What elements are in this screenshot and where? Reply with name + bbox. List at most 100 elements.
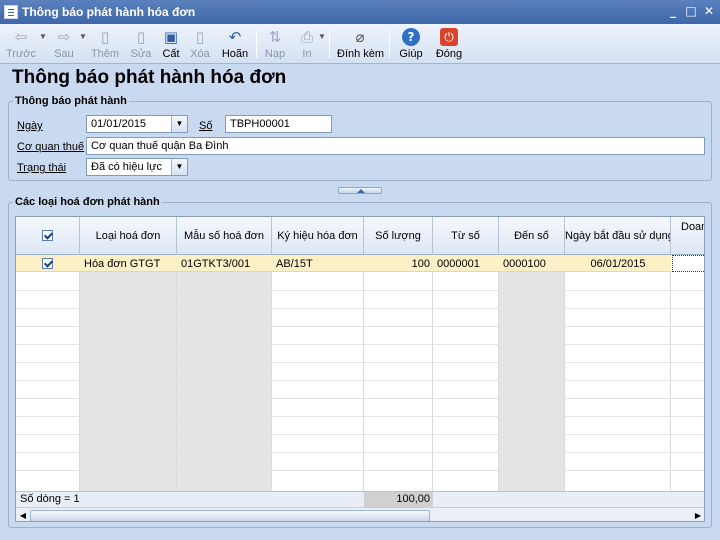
- row-count: Số dòng = 1: [20, 493, 80, 505]
- next-dropdown-icon[interactable]: ▼: [79, 32, 87, 41]
- header-to-number[interactable]: Đến số: [499, 217, 565, 255]
- title-bar: Thông báo phát hành hóa đơn _ □ ✕: [0, 0, 720, 24]
- window-title: Thông báo phát hành hóa đơn: [22, 5, 196, 19]
- header-from-number[interactable]: Từ số: [433, 217, 499, 255]
- attachment-icon: ⌀: [355, 28, 365, 46]
- cell-to-number[interactable]: 0000100: [499, 256, 565, 272]
- reload-icon: ⇅: [268, 28, 282, 46]
- scroll-left-icon[interactable]: ◀: [17, 510, 29, 521]
- grid-row-line: [16, 308, 704, 309]
- help-label: Giúp: [399, 48, 423, 60]
- total-quantity: 100,00: [364, 492, 433, 507]
- header-invoice-type[interactable]: Loại hoá đơn: [80, 217, 177, 255]
- select-all-header[interactable]: [16, 217, 80, 255]
- status-select[interactable]: Đã có hiệu lực ▼: [86, 158, 188, 176]
- grid-row-line: [16, 290, 704, 291]
- reload-label: Nạp: [264, 48, 286, 60]
- grid-row-line: [16, 362, 704, 363]
- print-icon: ⎙: [300, 28, 313, 46]
- edit-button[interactable]: ▯ Sửa: [128, 26, 154, 62]
- page-title: Thông báo phát hành hóa đơn: [12, 67, 287, 88]
- grid-row-line: [16, 380, 704, 381]
- chevron-down-icon[interactable]: ▼: [171, 159, 187, 175]
- grid-summary-footer: Số dòng = 1 100,00: [16, 491, 704, 507]
- status-value: Đã có hiệu lực: [91, 161, 162, 173]
- minimize-button[interactable]: _: [666, 4, 680, 18]
- arrow-left-icon: ⇦: [14, 28, 28, 46]
- header-extra[interactable]: Doan: [671, 217, 704, 255]
- cell-extra-focused[interactable]: [672, 255, 704, 272]
- add-label: Thêm: [90, 48, 120, 60]
- row-checkbox[interactable]: [42, 258, 53, 269]
- arrow-right-icon: ⇨: [57, 28, 71, 46]
- previous-label: Trước: [5, 48, 37, 60]
- edit-document-icon: ▯: [136, 28, 146, 46]
- date-picker[interactable]: 01/01/2015 ▼: [86, 115, 188, 133]
- chevron-down-icon[interactable]: ▼: [171, 116, 187, 132]
- previous-dropdown-icon[interactable]: ▼: [39, 32, 47, 41]
- cell-invoice-symbol[interactable]: AB/15T: [272, 256, 364, 272]
- power-icon: ⏻: [440, 28, 458, 46]
- delete-button[interactable]: ▯ Xóa: [187, 26, 213, 62]
- cell-quantity[interactable]: 100: [364, 256, 430, 272]
- grid-row-line: [16, 398, 704, 399]
- close-label: Đóng: [435, 48, 463, 60]
- save-label: Cất: [162, 48, 180, 60]
- cell-invoice-template[interactable]: 01GTKT3/001: [177, 256, 272, 272]
- grid-row-line: [16, 416, 704, 417]
- app-form-icon: [4, 5, 18, 19]
- attach-button[interactable]: ⌀ Đính kèm: [337, 26, 385, 62]
- help-button[interactable]: ? Giúp: [398, 26, 424, 62]
- undo-icon: ↶: [228, 28, 242, 46]
- tax-office-label: Cơ quan thuế: [17, 141, 85, 153]
- toolbar-separator: [256, 30, 257, 58]
- grid-row-line: [16, 326, 704, 327]
- grid-row-line: [16, 434, 704, 435]
- previous-button[interactable]: ⇦ Trước: [4, 26, 38, 62]
- save-icon: ▣: [163, 28, 179, 46]
- invoice-types-title: Các loại hoá đơn phát hành: [13, 196, 162, 208]
- horizontal-scrollbar[interactable]: ◀ ▶: [16, 507, 704, 521]
- header-invoice-symbol[interactable]: Ký hiệu hóa đơn: [272, 217, 364, 255]
- number-field[interactable]: TBPH00001: [225, 115, 332, 133]
- undo-button[interactable]: ↶ Hoãn: [220, 26, 250, 62]
- print-button[interactable]: ⎙ In: [296, 26, 318, 62]
- attach-label: Đính kèm: [337, 48, 385, 60]
- add-document-icon: ▯: [100, 28, 110, 46]
- help-icon: ?: [402, 28, 420, 46]
- date-label: Ngày: [17, 120, 43, 132]
- issuance-info-title: Thông báo phát hành: [13, 95, 129, 107]
- cell-from-number[interactable]: 0000001: [433, 256, 499, 272]
- add-button[interactable]: ▯ Thêm: [90, 26, 120, 62]
- invoice-types-grid: Loại hoá đơn Mẫu số hoá đơn Ký hiệu hóa …: [15, 216, 705, 522]
- save-button[interactable]: ▣ Cất: [160, 26, 182, 62]
- collapse-splitter-button[interactable]: [338, 187, 382, 194]
- date-value: 01/01/2015: [91, 118, 147, 130]
- next-button[interactable]: ⇨ Sau: [50, 26, 78, 62]
- header-invoice-template[interactable]: Mẫu số hoá đơn: [177, 217, 272, 255]
- print-label: In: [302, 48, 312, 60]
- next-label: Sau: [54, 48, 74, 60]
- reload-button[interactable]: ⇅ Nạp: [263, 26, 287, 62]
- cell-invoice-type[interactable]: Hóa đơn GTGT: [80, 256, 177, 272]
- edit-label: Sửa: [130, 48, 152, 60]
- print-dropdown-icon[interactable]: ▼: [318, 32, 326, 41]
- close-button[interactable]: ⏻ Đóng: [434, 26, 464, 62]
- undo-label: Hoãn: [221, 48, 249, 60]
- toolbar-separator: [329, 30, 330, 58]
- header-start-date[interactable]: Ngày bắt đầu sử dụng: [565, 217, 671, 255]
- tax-office-field[interactable]: Cơ quan thuế quận Ba Đình: [86, 137, 705, 155]
- toolbar: ⇦ Trước ▼ ⇨ Sau ▼ ▯ Thêm ▯ Sửa ▣ Cất ▯ X…: [0, 24, 720, 64]
- delete-document-icon: ▯: [195, 28, 205, 46]
- number-label: Số: [199, 120, 213, 132]
- toolbar-separator: [389, 30, 390, 58]
- cell-start-date[interactable]: 06/01/2015: [565, 256, 671, 272]
- scrollbar-thumb[interactable]: [30, 510, 430, 521]
- scroll-right-icon[interactable]: ▶: [692, 510, 704, 521]
- maximize-button[interactable]: □: [684, 4, 698, 18]
- close-window-button[interactable]: ✕: [702, 4, 716, 18]
- grid-row-line: [16, 344, 704, 345]
- status-label: Trạng thái: [17, 162, 67, 174]
- select-all-checkbox[interactable]: [42, 230, 53, 241]
- header-quantity[interactable]: Số lượng: [364, 217, 433, 255]
